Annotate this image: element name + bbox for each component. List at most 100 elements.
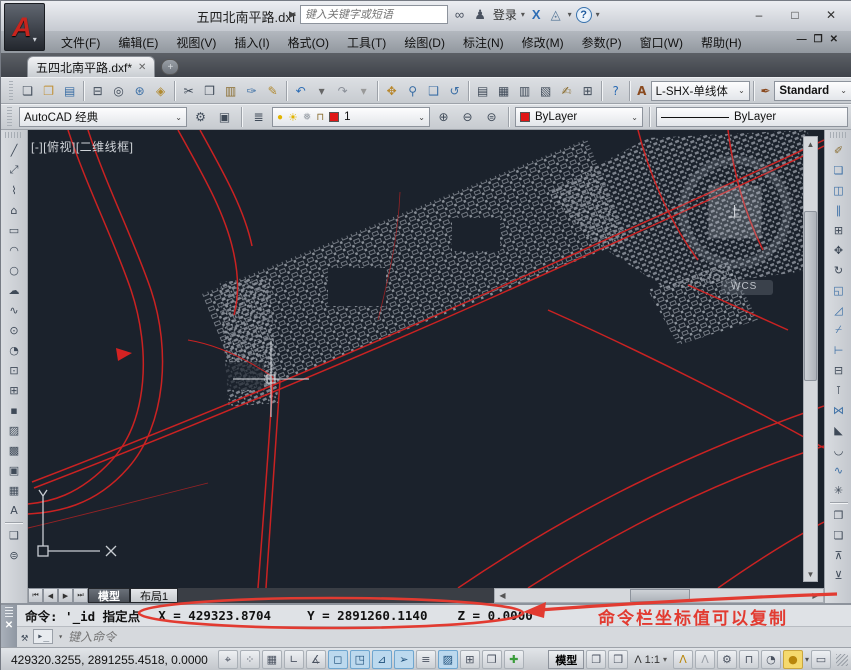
- command-window-titlebar[interactable]: ✕: [1, 605, 17, 647]
- match-properties-icon[interactable]: ✑: [241, 80, 262, 101]
- arc-icon[interactable]: ◠: [4, 240, 24, 260]
- tab-nav-next-button[interactable]: ▶: [58, 588, 73, 603]
- horizontal-scroll-thumb[interactable]: [630, 589, 690, 602]
- help-menu-icon[interactable]: ?: [575, 6, 592, 23]
- dynamic-ucs-toggle[interactable]: ⊿: [371, 650, 392, 669]
- minimize-button[interactable]: –: [744, 5, 774, 25]
- scale-icon[interactable]: ◱: [829, 280, 849, 300]
- command-prompt-icon[interactable]: ▸_: [33, 629, 54, 645]
- sheet-set-manager-icon[interactable]: ▧: [535, 80, 556, 101]
- horizontal-scrollbar[interactable]: ◀ ▶: [494, 588, 824, 603]
- help-search-input[interactable]: [299, 5, 448, 24]
- chamfer-icon[interactable]: ◣: [829, 420, 849, 440]
- layer-color-swatch[interactable]: [329, 112, 340, 122]
- annotation-scale-control[interactable]: Λ 1:1 ▾: [630, 650, 671, 669]
- color-combo[interactable]: ByLayer ⌄: [515, 107, 643, 127]
- explode-icon[interactable]: ✳: [829, 480, 849, 500]
- construction-line-icon[interactable]: ⤢: [4, 160, 24, 180]
- tab-nav-last-button[interactable]: ⏭: [73, 588, 88, 603]
- new-tab-button[interactable]: +: [161, 59, 180, 75]
- layer-unlock-icon[interactable]: ⊓: [316, 112, 324, 123]
- command-close-icon[interactable]: ✕: [5, 620, 13, 631]
- scroll-up-icon[interactable]: ▲: [804, 137, 817, 151]
- viewcube-top-face[interactable]: 上: [728, 202, 742, 222]
- toolbar-grip[interactable]: [829, 132, 848, 138]
- customize-wrench-icon[interactable]: ⚒: [21, 630, 28, 644]
- tab-layout1[interactable]: 布局1: [130, 588, 179, 603]
- rotate-icon[interactable]: ↻: [829, 260, 849, 280]
- menu-format[interactable]: 格式(O): [280, 32, 337, 53]
- zoom-window-icon[interactable]: ❑: [423, 80, 444, 101]
- menu-insert[interactable]: 插入(I): [226, 32, 277, 53]
- blend-curves-icon[interactable]: ∿: [829, 460, 849, 480]
- bring-above-icon[interactable]: ⊼: [829, 545, 849, 565]
- print-preview-icon[interactable]: ◎: [108, 80, 129, 101]
- dim-style-combo[interactable]: Standard ⌄: [774, 80, 851, 101]
- toolbar-grip[interactable]: [7, 107, 12, 127]
- table-icon[interactable]: ▦: [4, 480, 24, 500]
- menu-parametric[interactable]: 参数(P): [574, 32, 630, 53]
- ellipse-arc-icon[interactable]: ◔: [4, 340, 24, 360]
- menu-dimension[interactable]: 标注(N): [455, 32, 512, 53]
- signin-link[interactable]: 登录: [493, 6, 517, 23]
- menu-draw[interactable]: 绘图(D): [396, 32, 453, 53]
- menu-file[interactable]: 文件(F): [53, 32, 108, 53]
- mtext-icon[interactable]: A: [4, 500, 24, 520]
- cut-icon[interactable]: ✂: [178, 80, 199, 101]
- command-grip[interactable]: [5, 607, 13, 617]
- polar-tracking-toggle[interactable]: ∡: [305, 650, 326, 669]
- text-style-icon[interactable]: A: [633, 80, 651, 101]
- ortho-mode-toggle[interactable]: ∟: [283, 650, 304, 669]
- layer-thaw-sun-icon[interactable]: ☀: [288, 111, 298, 124]
- auto-annotate-icon[interactable]: Λ: [694, 650, 715, 669]
- doc-close-icon[interactable]: ✕: [830, 34, 838, 45]
- join-icon[interactable]: ⋈: [829, 400, 849, 420]
- linetype-combo[interactable]: ByLayer: [656, 107, 848, 127]
- menu-tools[interactable]: 工具(T): [339, 32, 394, 53]
- paste-icon[interactable]: ▥: [220, 80, 241, 101]
- workspace-combo[interactable]: AutoCAD 经典 ⌄: [19, 107, 187, 127]
- snap-mode-toggle[interactable]: ⁘: [239, 650, 260, 669]
- annotation-monitor-toggle[interactable]: ✚: [503, 650, 524, 669]
- circle-icon[interactable]: ○: [4, 260, 24, 280]
- autodesk360-icon[interactable]: ◬: [548, 7, 564, 23]
- quick-view-layouts-icon[interactable]: ❐: [586, 650, 607, 669]
- layer-previous-icon[interactable]: ⊕: [433, 107, 454, 128]
- mirror-icon[interactable]: ◫: [829, 180, 849, 200]
- ellipse-icon[interactable]: ⊙: [4, 320, 24, 340]
- copy-icon[interactable]: ❏: [829, 160, 849, 180]
- sphere-3d-icon[interactable]: ⊜: [4, 545, 24, 565]
- stretch-icon[interactable]: ◿: [829, 300, 849, 320]
- publish-icon[interactable]: ⊛: [129, 80, 150, 101]
- pan-icon[interactable]: ✥: [381, 80, 402, 101]
- move-icon[interactable]: ✥: [829, 240, 849, 260]
- redo-icon[interactable]: ↷: [332, 80, 353, 101]
- scroll-right-icon[interactable]: ▶: [808, 589, 823, 602]
- binoculars-search-icon[interactable]: ∞: [452, 7, 467, 22]
- maximize-button[interactable]: □: [780, 5, 810, 25]
- file-tab-close-icon[interactable]: ✕: [138, 62, 146, 73]
- vertical-scroll-thumb[interactable]: [804, 211, 817, 381]
- gradient-icon[interactable]: ▩: [4, 440, 24, 460]
- make-object-layer-current-icon[interactable]: ⊖: [457, 107, 478, 128]
- window-resize-grip[interactable]: [836, 653, 848, 666]
- viewport-controls-label[interactable]: [-][俯视][二维线框]: [31, 138, 134, 155]
- quick-view-drawings-icon[interactable]: ❒: [608, 650, 629, 669]
- tab-model[interactable]: 模型: [88, 588, 130, 603]
- break-icon[interactable]: ⊟: [829, 360, 849, 380]
- menu-view[interactable]: 视图(V): [168, 32, 224, 53]
- object-snap-3d-toggle[interactable]: ◳: [349, 650, 370, 669]
- grid-display-toggle[interactable]: ▦: [261, 650, 282, 669]
- hardware-acceleration-icon[interactable]: ◔: [760, 650, 781, 669]
- break-at-point-icon[interactable]: ⊺: [829, 380, 849, 400]
- polyline-icon[interactable]: ⌇: [4, 180, 24, 200]
- create-block-icon[interactable]: ⊞: [4, 380, 24, 400]
- menu-window[interactable]: 窗口(W): [632, 32, 691, 53]
- menu-modify[interactable]: 修改(M): [514, 32, 572, 53]
- doc-minimize-icon[interactable]: —: [797, 34, 807, 45]
- trim-icon[interactable]: ⌿: [829, 320, 849, 340]
- block-editor-icon[interactable]: ✎: [262, 80, 283, 101]
- quick-properties-toggle[interactable]: ⊞: [459, 650, 480, 669]
- exchange-apps-icon[interactable]: X: [529, 7, 544, 22]
- export-dwf-icon[interactable]: ◈: [150, 80, 171, 101]
